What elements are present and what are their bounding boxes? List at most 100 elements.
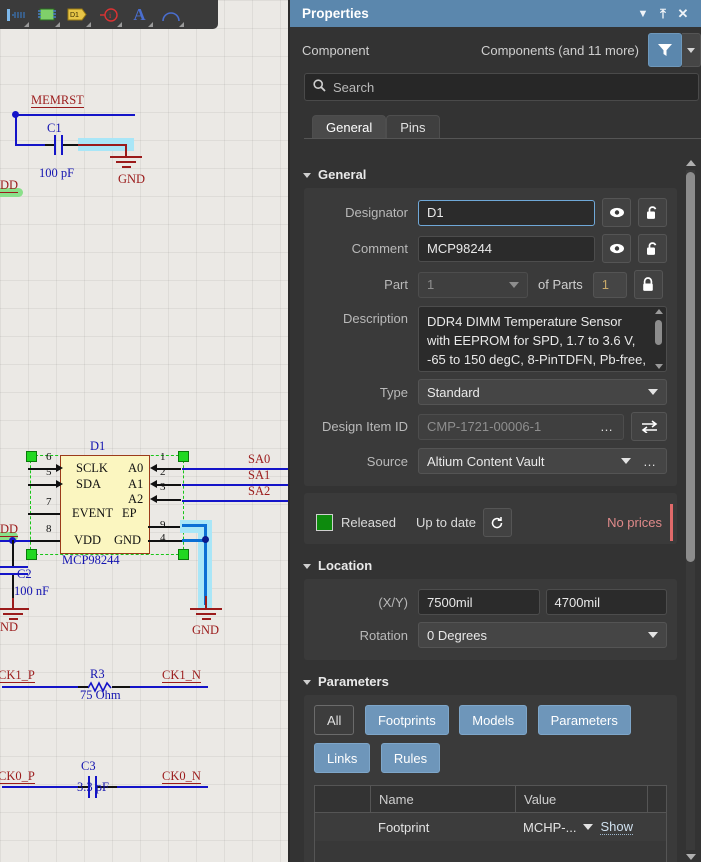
wire-ck0-n[interactable]	[117, 786, 208, 788]
collapse-caret-icon[interactable]	[303, 564, 311, 569]
net-label-gnd-top[interactable]: GND	[118, 172, 145, 187]
row-checkbox-cell[interactable]	[315, 813, 370, 841]
filter-button-all[interactable]: All	[314, 705, 355, 735]
arc-icon[interactable]	[155, 1, 186, 28]
section-header-location[interactable]: Location	[290, 544, 701, 579]
gnd-symbol-2[interactable]	[190, 596, 222, 620]
panel-title-bar[interactable]: Properties ▼ ⤒ ✕	[290, 0, 701, 27]
text-string-icon[interactable]: A	[124, 1, 155, 28]
close-icon[interactable]: ✕	[673, 6, 693, 22]
wire-ck1-p[interactable]	[2, 686, 78, 688]
table-row-empty-1[interactable]	[315, 841, 666, 862]
net-label-vdd-2[interactable]: VDD	[0, 522, 19, 537]
browse-ellipsis-button[interactable]: …	[600, 419, 615, 434]
swap-component-icon[interactable]	[631, 412, 667, 441]
wire-memrst[interactable]	[15, 114, 135, 116]
part-dropdown[interactable]: 1	[418, 271, 528, 298]
net-label-sa1[interactable]: SA1	[248, 468, 270, 483]
wire-sa0[interactable]	[182, 468, 290, 470]
filter-button-parameters[interactable]: Parameters	[537, 705, 631, 735]
wire-c1-left[interactable]	[15, 144, 45, 146]
value-c2[interactable]: 100 nF	[14, 584, 49, 599]
wire-memrst-drop[interactable]	[15, 114, 17, 146]
schematic-canvas[interactable]: MEMRST C1 100 pF GND VDD D1	[0, 0, 290, 862]
scroll-up-icon[interactable]	[686, 160, 696, 166]
comment-unlock-icon[interactable]	[638, 234, 667, 263]
filter-dropdown-button[interactable]	[682, 33, 701, 67]
net-label-gnd-2[interactable]: GND	[192, 623, 219, 638]
section-header-parameters[interactable]: Parameters	[290, 660, 701, 695]
designator-d1[interactable]: D1	[90, 439, 105, 454]
tab-general[interactable]: General	[312, 115, 387, 139]
net-label-icon[interactable]: D1	[62, 1, 93, 28]
designator-c3[interactable]: C3	[81, 759, 96, 774]
filter-button-footprints[interactable]: Footprints	[364, 705, 449, 735]
net-label-ck0-p[interactable]: CK0_P	[0, 769, 35, 784]
designator-unlock-icon[interactable]	[638, 198, 667, 227]
wire-ck0-p[interactable]	[2, 786, 78, 788]
panel-tabs[interactable]: General Pins	[304, 115, 701, 139]
wire-sa1[interactable]	[182, 484, 290, 486]
scroll-thumb[interactable]	[686, 172, 695, 562]
wire-sa2[interactable]	[182, 500, 290, 502]
scroll-down-icon[interactable]	[686, 854, 696, 860]
designator-field[interactable]: D1	[418, 199, 595, 226]
net-label-ck1-p[interactable]: CK1_P	[0, 668, 35, 683]
type-dropdown[interactable]: Standard	[418, 379, 667, 405]
part-lock-icon[interactable]	[633, 270, 663, 299]
value-r3[interactable]: 75 Ohm	[80, 688, 121, 703]
designator-c1[interactable]: C1	[47, 121, 62, 136]
net-label-sa0[interactable]: SA0	[248, 452, 270, 467]
source-dropdown[interactable]: Altium Content Vault …	[418, 448, 667, 474]
net-label-gnd-3[interactable]: GND	[0, 620, 18, 635]
tab-pins[interactable]: Pins	[386, 115, 440, 139]
wire-ck1-n[interactable]	[130, 686, 208, 688]
panel-scrollbar[interactable]	[684, 158, 697, 862]
comment-field[interactable]: MCP98244	[418, 235, 595, 262]
chevron-down-icon[interactable]	[583, 824, 594, 830]
parameter-value-cell[interactable]: MCHP-... Show	[515, 813, 648, 841]
designator-c2[interactable]: C2	[17, 567, 32, 582]
value-c1[interactable]: 100 pF	[39, 166, 74, 181]
value-c3[interactable]: 3.3 pF	[77, 780, 109, 795]
comment-visibility-eye-icon[interactable]	[602, 234, 631, 263]
search-input[interactable]: Search	[304, 73, 699, 101]
resize-handle-tr[interactable]	[178, 451, 189, 462]
collapse-caret-icon[interactable]	[303, 680, 311, 685]
parameters-table[interactable]: Name Value Footprint MCHP-... Show	[314, 785, 667, 862]
section-header-general[interactable]: General	[290, 158, 701, 188]
filter-button-rules[interactable]: Rules	[380, 743, 441, 773]
description-field[interactable]: DDR4 DIMM Temperature Sensor with EEPROM…	[418, 306, 667, 372]
y-coordinate-field[interactable]: 4700mil	[545, 589, 667, 615]
schematic-toolbar[interactable]: D1 i A	[0, 0, 218, 29]
net-label-ck1-n[interactable]: CK1_N	[162, 668, 201, 683]
design-item-id-field[interactable]: CMP-1721-00006-1 …	[418, 413, 624, 440]
chevron-down-icon[interactable]: ▼	[633, 8, 653, 20]
place-part-icon[interactable]	[31, 1, 62, 28]
resize-handle-br[interactable]	[178, 549, 189, 560]
description-scrollbar[interactable]	[653, 309, 664, 369]
panel-scroll-area[interactable]: General Designator D1 Comment MCP98244 P…	[290, 158, 701, 862]
designator-r3[interactable]: R3	[90, 667, 105, 682]
refresh-icon[interactable]	[482, 508, 512, 537]
net-label-ck0-n[interactable]: CK0_N	[162, 769, 201, 784]
scroll-up-icon[interactable]	[654, 309, 663, 314]
rotation-dropdown[interactable]: 0 Degrees	[418, 622, 667, 648]
net-label-vdd-top[interactable]: VDD	[0, 178, 19, 193]
resize-handle-bl[interactable]	[26, 549, 37, 560]
net-label-memrst[interactable]: MEMRST	[31, 93, 84, 108]
component-name-mcp98244[interactable]: MCP98244	[62, 553, 120, 568]
filter-icon[interactable]	[648, 33, 682, 67]
of-parts-field[interactable]: 1	[592, 271, 627, 298]
table-row[interactable]: Footprint MCHP-... Show	[315, 813, 666, 841]
gnd-symbol-3[interactable]	[0, 598, 29, 620]
filter-button-links[interactable]: Links	[314, 743, 371, 773]
resize-handle-tl[interactable]	[26, 451, 37, 462]
port-icon[interactable]: i	[93, 1, 124, 28]
pin-icon[interactable]: ⤒	[653, 6, 673, 22]
gnd-symbol[interactable]	[110, 144, 142, 168]
x-coordinate-field[interactable]: 7500mil	[418, 589, 540, 615]
filter-button-models[interactable]: Models	[459, 705, 528, 735]
collapse-caret-icon[interactable]	[303, 173, 311, 178]
source-ellipsis-button[interactable]: …	[643, 454, 658, 469]
